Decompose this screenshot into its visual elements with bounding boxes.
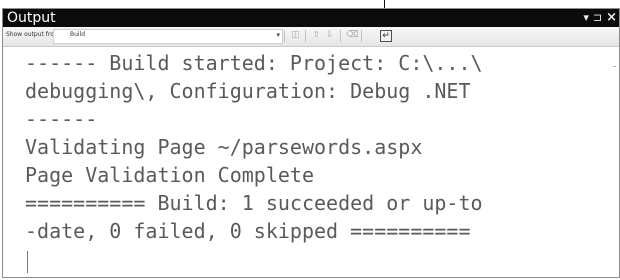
output-line: Page Validation Complete (25, 163, 314, 187)
output-titlebar: Output ▾ ⊐ × (3, 9, 619, 27)
go-to-previous-message-icon[interactable]: ⇧ (311, 30, 322, 41)
find-message-in-code-icon[interactable]: ◫ (290, 30, 301, 41)
output-text-area[interactable]: ------ Build started: Project: C:\...\ d… (3, 47, 619, 277)
chevron-down-icon[interactable]: ▾ (276, 31, 280, 39)
text-cursor (27, 251, 28, 273)
toolbar-separator (361, 30, 362, 42)
toolbar-separator (340, 30, 341, 42)
output-line: Validating Page ~/parsewords.aspx (25, 135, 423, 159)
window-position-dropdown-icon[interactable]: ▾ (583, 9, 589, 27)
output-source-select[interactable]: Build ▾ (53, 29, 283, 44)
toolbar-separator (305, 30, 306, 42)
auto-hide-pin-icon[interactable]: ⊐ (593, 9, 602, 27)
clear-all-icon[interactable]: ⌫ (346, 30, 359, 41)
output-source-value: Build (70, 31, 86, 38)
go-to-next-message-icon[interactable]: ⇩ (324, 30, 335, 41)
output-window: Output ▾ ⊐ × Show output from: Build ▾ ◫… (2, 8, 620, 278)
scroll-indicator: - (612, 59, 617, 73)
window-controls: ▾ ⊐ × (583, 9, 617, 27)
toolbar-separator (284, 30, 285, 42)
output-line: debugging\, Configuration: Debug .NET (25, 79, 471, 103)
output-line: -date, 0 failed, 0 skipped ========== (25, 219, 471, 243)
close-icon[interactable]: × (606, 9, 617, 27)
output-line: ========== Build: 1 succeeded or up-to (25, 191, 483, 215)
toggle-word-wrap-icon[interactable]: ↵ (380, 30, 392, 42)
output-line: ------ Build started: Project: C:\...\ (25, 51, 483, 75)
output-toolbar: Show output from: Build ▾ ◫ ⇧ ⇩ ⌫ ↵ (3, 27, 619, 47)
output-line: ------ (25, 107, 98, 131)
window-title: Output (7, 10, 56, 26)
